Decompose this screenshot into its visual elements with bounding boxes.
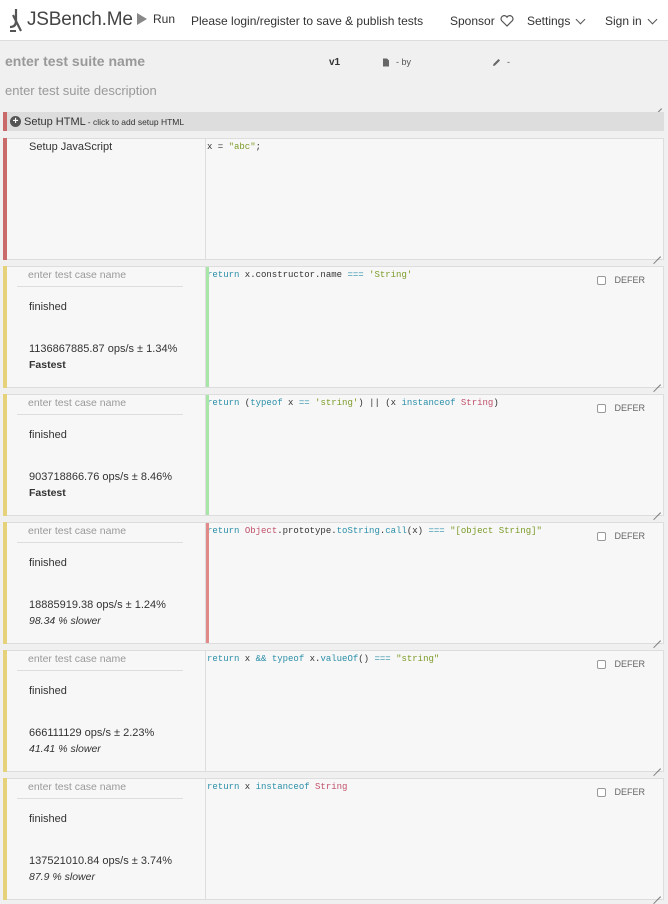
case-info-panel: enter test case name finished 666111129 … <box>7 651 206 771</box>
checkbox-icon <box>597 659 607 669</box>
code-result-bar <box>206 267 209 387</box>
run-button[interactable]: Run <box>137 12 175 26</box>
defer-checkbox[interactable]: DEFER <box>597 275 645 285</box>
checkbox-icon <box>597 403 607 413</box>
case-status: finished <box>29 429 67 441</box>
setup-js-label-panel: Setup JavaScript <box>7 139 206 259</box>
checkbox-icon <box>597 787 607 797</box>
run-label: Run <box>153 12 176 26</box>
logo-text: JSBench.Me <box>27 9 133 30</box>
sponsor-link[interactable]: Sponsor <box>450 14 514 28</box>
logo[interactable]: JSBench.Me <box>7 7 133 33</box>
test-case-1: enter test case name finished 1136867885… <box>3 266 664 388</box>
test-case-name-input[interactable]: enter test case name <box>17 781 183 799</box>
test-case-name-input[interactable]: enter test case name <box>17 269 183 287</box>
edit-info[interactable]: - <box>492 57 510 67</box>
resize-handle[interactable] <box>652 248 661 257</box>
login-message[interactable]: Please login/register to save & publish … <box>191 14 423 28</box>
setup-js-label: Setup JavaScript <box>29 141 113 153</box>
version-label: v1 <box>329 57 341 68</box>
case-code-editor[interactable]: return Object.prototype.toString.call(x)… <box>206 523 663 643</box>
document-icon <box>383 58 389 66</box>
resize-handle[interactable] <box>652 504 661 513</box>
setup-html-hint: - click to add setup HTML <box>87 116 185 127</box>
case-info-panel: enter test case name finished 1136867885… <box>7 267 206 387</box>
resize-handle[interactable] <box>652 888 661 897</box>
code-result-bar <box>206 395 209 515</box>
case-ops: 666111129 ops/s ± 2.23% <box>29 727 155 739</box>
test-case-2: enter test case name finished 903718866.… <box>3 394 664 516</box>
suite-description-input[interactable]: enter test suite description <box>5 83 157 98</box>
case-info-panel: enter test case name finished 137521010.… <box>7 779 206 899</box>
test-case-5: enter test case name finished 137521010.… <box>3 778 664 900</box>
setup-js-block: Setup JavaScript x = "abc"; <box>3 138 664 260</box>
case-rank: 87.9 % slower <box>29 871 95 883</box>
test-case-4: enter test case name finished 666111129 … <box>3 650 664 772</box>
case-code-editor[interactable]: return x.constructor.name === 'String' <box>206 267 663 387</box>
case-ops: 18885919.38 ops/s ± 1.24% <box>29 599 166 611</box>
play-icon <box>137 13 147 25</box>
jsbench-logo-icon <box>9 9 22 32</box>
defer-label: DEFER <box>614 659 645 669</box>
case-code-editor[interactable]: return x instanceof String <box>207 779 663 899</box>
defer-label: DEFER <box>614 787 645 797</box>
defer-checkbox[interactable]: DEFER <box>597 531 645 541</box>
case-info-panel: enter test case name finished 18885919.3… <box>7 523 206 643</box>
case-rank: 98.34 % slower <box>29 615 101 627</box>
author-info: - by <box>382 57 411 67</box>
case-ops: 137521010.84 ops/s ± 3.74% <box>29 855 173 867</box>
sponsor-label: Sponsor <box>450 14 495 28</box>
edit-label: - <box>507 57 510 67</box>
test-case-name-input[interactable]: enter test case name <box>17 525 183 543</box>
case-ops: 1136867885.87 ops/s ± 1.34% <box>29 343 178 355</box>
suite-name-input[interactable]: enter test suite name <box>5 53 145 69</box>
defer-label: DEFER <box>614 403 645 413</box>
settings-menu[interactable]: Settings <box>527 14 586 28</box>
case-rank: Fastest <box>29 359 66 371</box>
signin-label: Sign in <box>605 14 642 28</box>
defer-checkbox[interactable]: DEFER <box>597 403 645 413</box>
checkbox-icon <box>597 275 607 285</box>
case-status: finished <box>29 557 67 569</box>
by-label: - by <box>396 57 412 67</box>
plus-circle-icon: + <box>10 116 21 127</box>
case-status: finished <box>29 813 67 825</box>
signin-menu[interactable]: Sign in <box>605 14 658 28</box>
resize-handle[interactable] <box>652 376 661 385</box>
test-case-name-input[interactable]: enter test case name <box>17 397 183 415</box>
chevron-down-icon <box>575 14 586 24</box>
case-ops: 903718866.76 ops/s ± 8.46% <box>29 471 173 483</box>
case-status: finished <box>29 301 67 313</box>
case-code-editor[interactable]: return (typeof x == 'string') || (x inst… <box>206 395 663 515</box>
resize-handle[interactable] <box>653 100 662 109</box>
chevron-down-icon <box>647 14 658 24</box>
setup-html-title: Setup HTML <box>24 115 86 128</box>
case-rank: Fastest <box>29 487 66 499</box>
test-case-name-input[interactable]: enter test case name <box>17 653 183 671</box>
test-case-3: enter test case name finished 18885919.3… <box>3 522 664 644</box>
setup-js-editor[interactable]: x = "abc"; <box>207 139 663 259</box>
setup-html-bar[interactable]: + Setup HTML - click to add setup HTML <box>3 112 664 131</box>
pencil-icon <box>493 58 500 66</box>
defer-label: DEFER <box>614 275 645 285</box>
resize-handle[interactable] <box>652 632 661 641</box>
heart-icon <box>500 15 514 27</box>
top-bar: JSBench.Me Run Please login/register to … <box>0 0 668 41</box>
defer-checkbox[interactable]: DEFER <box>597 787 645 797</box>
defer-label: DEFER <box>614 531 645 541</box>
case-rank: 41.41 % slower <box>29 743 101 755</box>
checkbox-icon <box>597 531 607 541</box>
case-status: finished <box>29 685 67 697</box>
case-code-editor[interactable]: return x && typeof x.valueOf() === "stri… <box>207 651 663 771</box>
settings-label: Settings <box>527 14 571 28</box>
case-info-panel: enter test case name finished 903718866.… <box>7 395 206 515</box>
resize-handle[interactable] <box>652 760 661 769</box>
defer-checkbox[interactable]: DEFER <box>597 659 645 669</box>
code-result-bar <box>206 523 209 643</box>
